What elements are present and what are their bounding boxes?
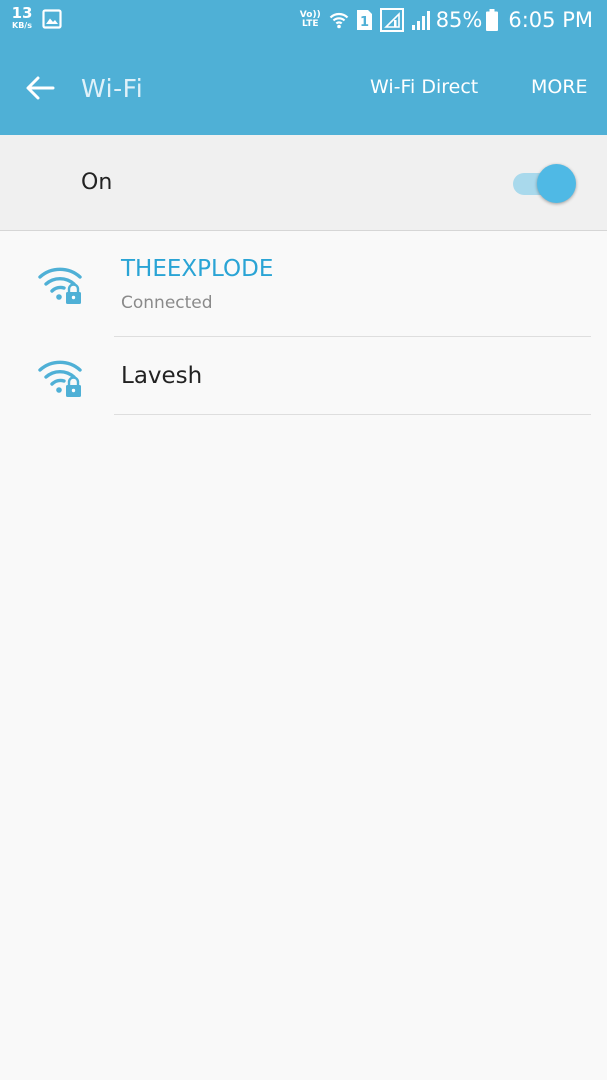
status-bar: 13 KB/s Vo)) LTE 1 85% 6:05 PM: [0, 0, 607, 40]
back-button[interactable]: [20, 70, 60, 106]
wifi-lock-icon: [38, 264, 84, 310]
arrow-left-icon: [26, 76, 55, 100]
network-name: Lavesh: [121, 363, 203, 389]
wifi-toggle-label: On: [81, 170, 113, 195]
list-item-network[interactable]: Lavesh: [0, 337, 607, 415]
toggle-knob: [537, 164, 576, 203]
sim-number: 1: [360, 15, 369, 30]
network-list: THEEXPLODE Connected Lavesh: [0, 232, 607, 415]
cellular-signal-icon: [411, 9, 433, 31]
network-speed-unit: KB/s: [12, 21, 32, 30]
more-button[interactable]: MORE: [531, 76, 588, 98]
network-status: Connected: [121, 293, 213, 313]
page-title: Wi-Fi: [81, 74, 144, 103]
volte-bottom-label: LTE: [301, 19, 319, 29]
wifi-direct-button[interactable]: Wi-Fi Direct: [370, 76, 478, 98]
network-speed-indicator: 13 KB/s: [9, 6, 35, 30]
battery-percent: 85%: [435, 8, 483, 32]
battery-icon: [486, 9, 499, 31]
list-item-network[interactable]: THEEXPLODE Connected: [0, 232, 607, 337]
wifi-signal-icon: [329, 10, 349, 30]
image-icon: [42, 9, 62, 33]
volte-indicator: Vo)) LTE: [300, 11, 321, 29]
app-bar: Wi-Fi Wi-Fi Direct MORE: [0, 40, 607, 135]
sim-signal-icon: [379, 8, 404, 32]
sim-one-icon: 1: [356, 9, 373, 31]
network-name: THEEXPLODE: [121, 256, 274, 282]
status-icons: Vo)) LTE 1 85% 6:05 PM: [300, 0, 593, 40]
wifi-toggle-row[interactable]: On: [0, 135, 607, 231]
divider: [114, 414, 591, 415]
wifi-toggle-switch[interactable]: [511, 163, 577, 203]
wifi-lock-icon: [38, 357, 84, 403]
network-speed-value: 13: [11, 4, 33, 22]
clock-time: 6:05 PM: [508, 8, 593, 32]
